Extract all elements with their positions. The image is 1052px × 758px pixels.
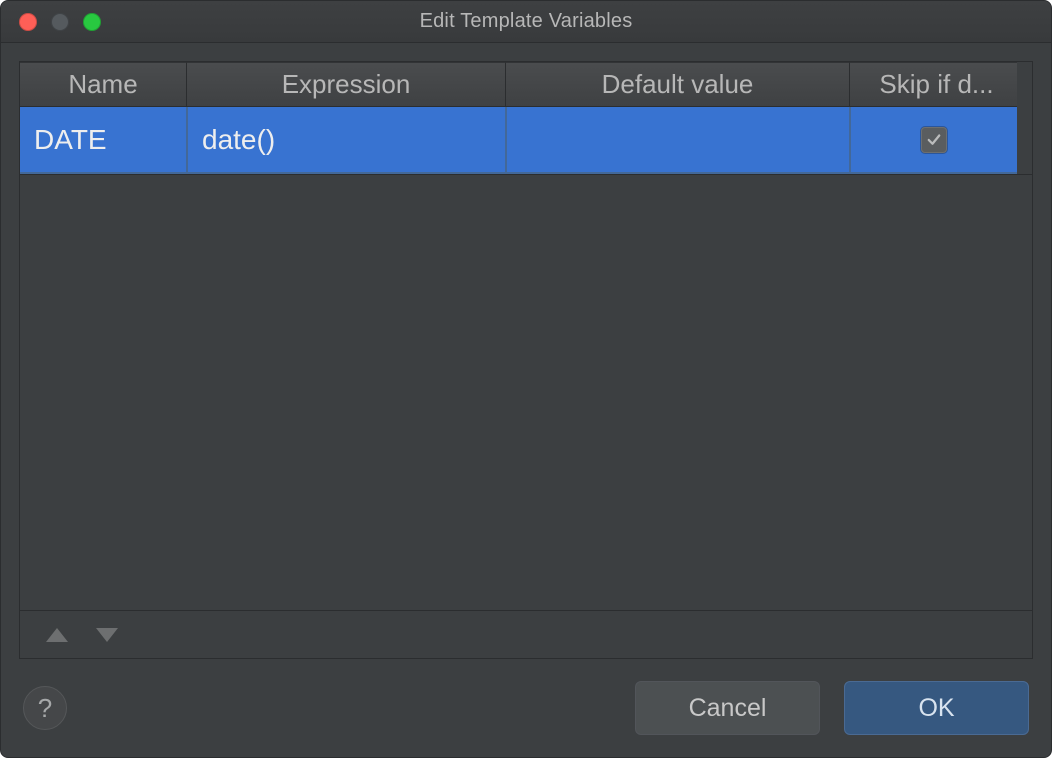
dialog-content: Name Expression Default value Skip if d.… [1,43,1051,659]
row-order-toolbar [20,610,1032,658]
column-header-skip-if-defined[interactable]: Skip if d... [849,62,1017,107]
window-minimize-button[interactable] [51,13,69,31]
window-zoom-button[interactable] [83,13,101,31]
check-icon [925,131,943,149]
cell-name[interactable]: DATE [20,107,186,174]
cell-default-value[interactable] [505,107,849,174]
skip-if-defined-checkbox[interactable] [921,127,947,153]
column-header-expression[interactable]: Expression [186,62,505,107]
window-close-button[interactable] [19,13,37,31]
titlebar: Edit Template Variables [1,1,1051,43]
move-down-icon[interactable] [96,628,118,642]
variables-table: Name Expression Default value Skip if d.… [19,61,1033,659]
ok-button[interactable]: OK [844,681,1029,735]
move-up-icon[interactable] [46,628,68,642]
dialog-footer: ? Cancel OK [1,659,1051,757]
cancel-button[interactable]: Cancel [635,681,820,735]
window-title: Edit Template Variables [1,10,1051,33]
dialog-window: Edit Template Variables Name Expression … [0,0,1052,758]
cell-expression[interactable]: date() [186,107,505,174]
column-header-default-value[interactable]: Default value [505,62,849,107]
column-header-name[interactable]: Name [20,62,186,107]
help-button[interactable]: ? [23,686,67,730]
cell-skip-if-defined[interactable] [849,107,1017,174]
table-header-row: Name Expression Default value Skip if d.… [20,62,1032,107]
window-controls [19,13,101,31]
table-empty-area [20,174,1032,610]
table-row[interactable]: DATE date() [20,107,1032,174]
